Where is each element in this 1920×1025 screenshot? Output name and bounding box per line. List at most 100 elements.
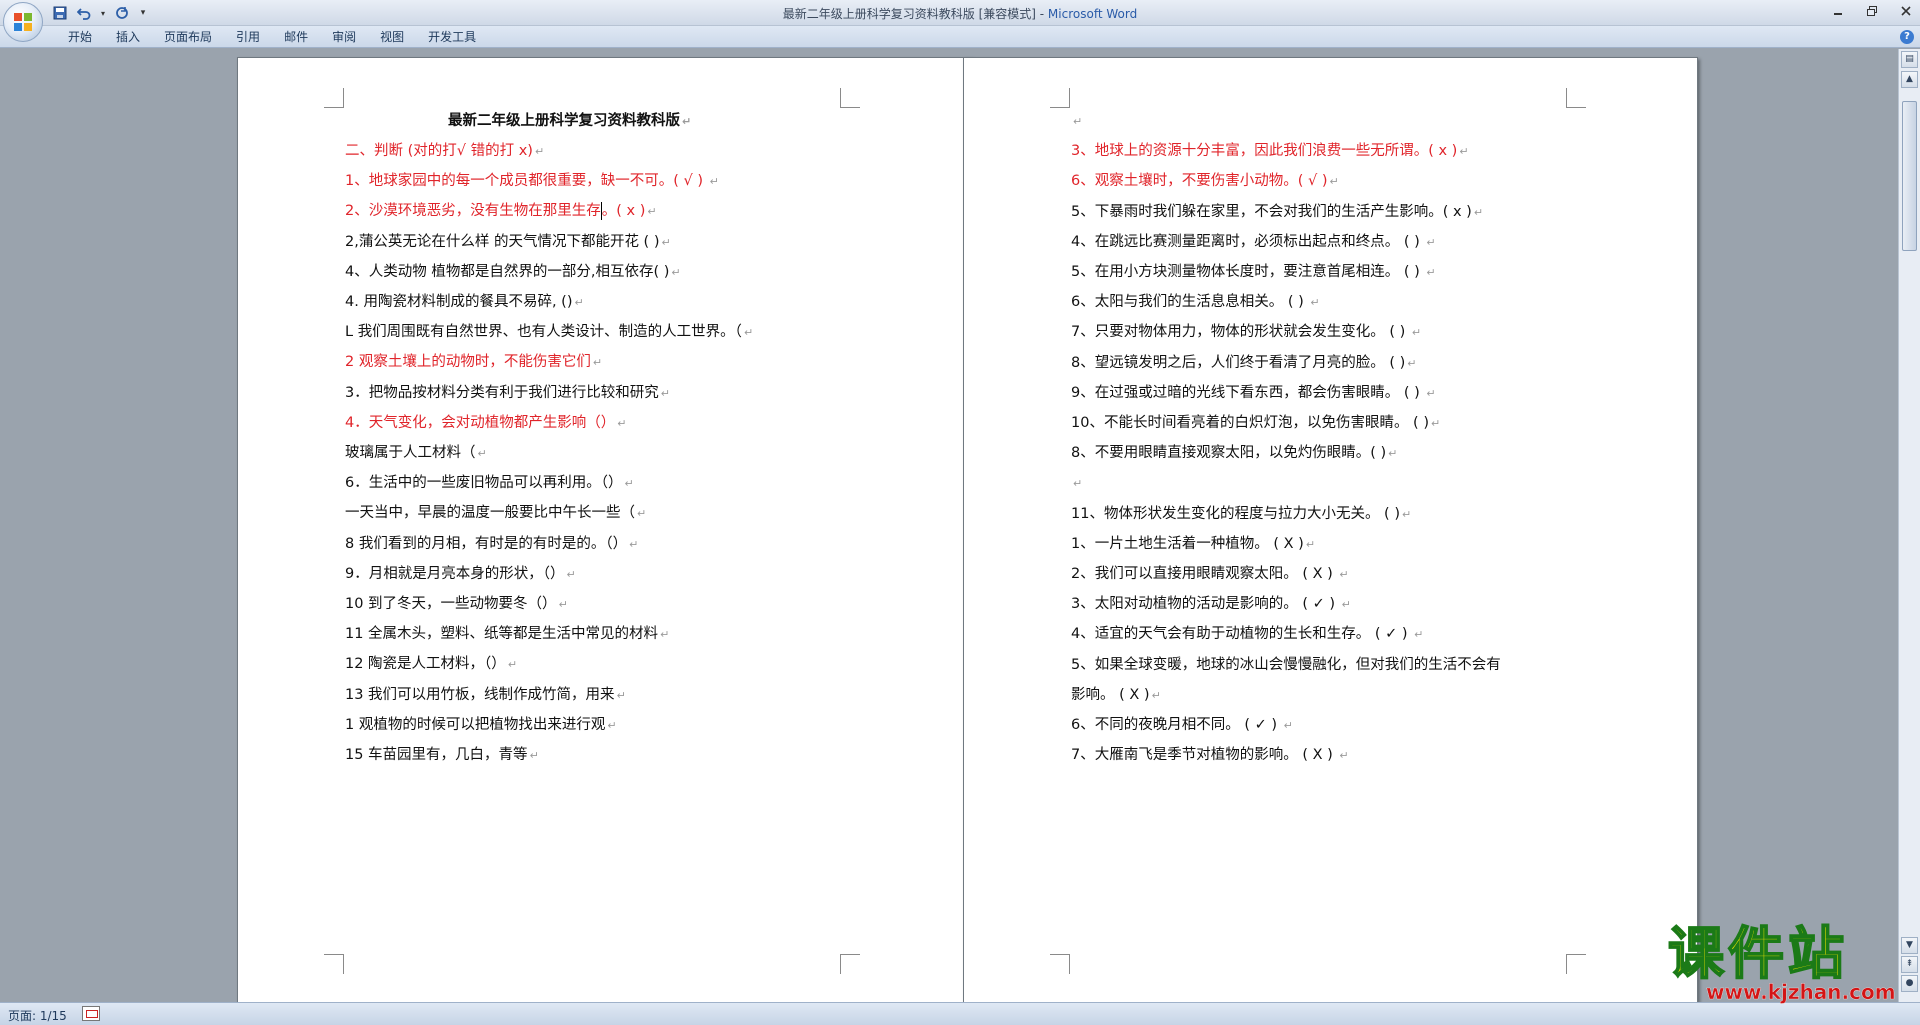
- tab-home[interactable]: 开始: [56, 29, 104, 45]
- margin-marker-top-right: [1566, 88, 1586, 108]
- paragraph-mark: ↵: [1329, 175, 1339, 189]
- page-count-indicator[interactable]: 页面: 1/15: [8, 1007, 67, 1024]
- document-line: 4、在跳远比赛测量距离时，必须标出起点和终点。 ( ) ↵: [1071, 232, 1436, 252]
- redo-icon[interactable]: [112, 3, 132, 23]
- line-text: 4、适宜的天气会有助于动植物的生长和生存。 ( ✓ ): [1071, 626, 1413, 643]
- tab-insert[interactable]: 插入: [104, 29, 152, 45]
- line-text: 1 观植物的时候可以把植物找出来进行观: [345, 716, 606, 733]
- ruler-toggle-icon[interactable]: ▤: [1901, 51, 1918, 68]
- line-text: 8、不要用眼睛直接观察太阳，以免灼伤眼睛。( ): [1071, 445, 1387, 462]
- undo-icon[interactable]: [74, 3, 94, 23]
- customize-toolbar-icon[interactable]: ▾: [136, 3, 150, 23]
- document-line: 7、大雁南飞是季节对植物的影响。 ( X ) ↵: [1071, 745, 1349, 765]
- line-text: 3、太阳对动植物的活动是影响的。 ( ✓ ): [1071, 596, 1340, 613]
- browse-object-icon[interactable]: ●: [1901, 975, 1918, 992]
- document-title-text: 最新二年级上册科学复习资料教科版: [448, 113, 680, 129]
- vertical-scrollbar[interactable]: ▤ ▲ ▼ ⇞ ●: [1898, 49, 1920, 1002]
- document-line: 影响。 ( X ) ↵: [1071, 685, 1161, 705]
- restore-icon[interactable]: [1862, 2, 1882, 20]
- paragraph-mark: ↵: [682, 115, 692, 128]
- line-text: 1、地球家园中的每一个成员都很重要，缺一不可。( √ ): [345, 173, 708, 190]
- line-text: 影响。 ( X ): [1071, 686, 1150, 703]
- tab-view[interactable]: 视图: [368, 29, 416, 45]
- line-text: 6．生活中的一些废旧物品可以再利用。（）: [345, 475, 623, 492]
- watermark-url: www.kjzhan.com: [1706, 980, 1896, 1004]
- paragraph-mark: ↵: [617, 416, 627, 430]
- document-line: 5、如果全球变暖，地球的冰山会慢慢融化，但对我们的生活不会有: [1071, 655, 1501, 675]
- paragraph-mark: ↵: [660, 628, 670, 642]
- document-line: 5、下暴雨时我们躲在家里，不会对我们的生活产生影响。( x ) ↵: [1071, 202, 1483, 222]
- document-line: 6、不同的夜晚月相不同。 ( ✓ ) ↵: [1071, 715, 1293, 735]
- line-text: 10 到了冬天，一些动物要冬（）: [345, 596, 557, 612]
- paragraph-mark: ↵: [1401, 507, 1412, 521]
- proofing-status-icon[interactable]: [82, 1006, 100, 1021]
- line-text: 11 全属木头，塑料、纸等都是生活中常见的材料: [345, 626, 659, 643]
- line-text: 6、太阳与我们的生活息息相关。 ( ): [1071, 294, 1309, 311]
- document-line: 13 我们可以用竹板，线制作成竹简，用来 ↵: [345, 685, 626, 705]
- office-logo-icon: [14, 13, 32, 31]
- paragraph-mark: ↵: [1310, 296, 1320, 310]
- document-page-2[interactable]: ↵ 3、地球上的资源十分丰富，因此我们浪费一些无所谓。( x ) ↵ 6、观察土壤时，…: [963, 57, 1698, 1002]
- document-line: 4、人类动物 植物都是自然界的一部分,相互依存( ) ↵: [345, 262, 681, 282]
- ribbon-tab-bar: 开始 插入 页面布局 引用 邮件 审阅 视图 开发工具 ?: [0, 26, 1920, 48]
- tab-developer[interactable]: 开发工具: [416, 29, 488, 45]
- tab-page-layout[interactable]: 页面布局: [152, 29, 224, 45]
- tab-references[interactable]: 引用: [224, 29, 272, 45]
- window-controls: [1828, 2, 1916, 20]
- paragraph-mark: ↵: [1426, 266, 1436, 279]
- help-icon[interactable]: ?: [1900, 30, 1914, 44]
- document-line: 1、地球家园中的每一个成员都很重要，缺一不可。( √ ) ↵: [345, 171, 719, 191]
- line-text: 5、在用小方块测量物体长度时，要注意首尾相连。 ( ): [1071, 264, 1425, 280]
- line-text: 一天当中，早晨的温度一般要比中午长一些（: [345, 505, 635, 522]
- paragraph-mark: ↵: [1339, 568, 1349, 581]
- document-line: 一天当中，早晨的温度一般要比中午长一些（ ↵: [345, 503, 646, 523]
- line-text: 2 观察土壤上的动物时，不能伤害它们: [345, 354, 591, 371]
- document-line: 11 全属木头，塑料、纸等都是生活中常见的材料 ↵: [345, 624, 669, 644]
- window-title: 最新二年级上册科学复习资料教科版 [兼容模式] - Microsoft Word: [0, 5, 1920, 22]
- dropdown-arrow-icon[interactable]: ▾: [98, 3, 108, 23]
- document-line: 6、观察土壤时，不要伤害小动物。( √ ) ↵: [1071, 171, 1339, 191]
- document-line: 6、太阳与我们的生活息息相关。 ( ) ↵: [1071, 292, 1320, 312]
- close-icon[interactable]: [1896, 2, 1916, 20]
- line-text: 5、下暴雨时我们躲在家里，不会对我们的生活产生影响。( x ): [1071, 203, 1472, 220]
- status-bar: 页面: 1/15: [0, 1002, 1920, 1025]
- line-text: L 我们周围既有自然世界、也有人类设计、制造的人工世界。（: [345, 324, 742, 341]
- margin-marker-bottom-left: [324, 954, 344, 974]
- document-line: 10 到了冬天，一些动物要冬（） ↵: [345, 594, 568, 614]
- line-text: 7、大雁南飞是季节对植物的影响。 ( X ): [1071, 747, 1338, 764]
- document-title-heading: 最新二年级上册科学复习资料教科版 ↵: [448, 111, 691, 131]
- line-text: 6、不同的夜晚月相不同。 ( ✓ ): [1071, 717, 1282, 733]
- document-line: 3、太阳对动植物的活动是影响的。 ( ✓ ) ↵: [1071, 594, 1351, 614]
- document-line: 9．月相就是月亮本身的形状，（） ↵: [345, 564, 576, 584]
- paragraph-mark: ↵: [507, 658, 518, 672]
- line-text: 3、地球上的资源十分丰富，因此我们浪费一些无所谓。( x ): [1071, 143, 1458, 160]
- minimize-icon[interactable]: [1828, 2, 1848, 20]
- document-line: 6．生活中的一些废旧物品可以再利用。（） ↵: [345, 473, 634, 493]
- save-icon[interactable]: [50, 3, 70, 23]
- title-bar: ▾ ▾ 最新二年级上册科学复习资料教科版 [兼容模式] - Microsoft …: [0, 0, 1920, 26]
- document-line: 玻璃属于人工材料（ ↵: [345, 443, 487, 463]
- document-page-1[interactable]: 最新二年级上册科学复习资料教科版 ↵ 二、判断 (对的打√ 错的打 x) ↵ 1、地球…: [237, 57, 972, 1002]
- paragraph-mark: ↵: [1388, 447, 1398, 461]
- document-line: 7、只要对物体用力，物体的形状就会发生变化。 ( ) ↵: [1071, 322, 1421, 342]
- document-workspace: 最新二年级上册科学复习资料教科版 ↵ 二、判断 (对的打√ 错的打 x) ↵ 1、地球…: [0, 49, 1898, 1002]
- office-button[interactable]: [3, 2, 43, 42]
- document-line: 1 观植物的时候可以把植物找出来进行观 ↵: [345, 715, 617, 735]
- text-cursor: [600, 202, 602, 221]
- document-line: 4、适宜的天气会有助于动植物的生长和生存。 ( ✓ ) ↵: [1071, 624, 1423, 644]
- scrollbar-thumb[interactable]: [1902, 101, 1917, 251]
- tab-mailings[interactable]: 邮件: [272, 29, 320, 45]
- paragraph-mark: ↵: [1426, 235, 1436, 249]
- line-text: 12 陶瓷是人工材料，（）: [345, 656, 506, 673]
- line-text: 15 车苗园里有，几白，青等: [345, 747, 528, 763]
- paragraph-mark: ↵: [1411, 326, 1422, 340]
- scroll-down-icon[interactable]: ▼: [1901, 937, 1918, 954]
- tab-review[interactable]: 审阅: [320, 29, 368, 45]
- paragraph-mark: ↵: [534, 145, 545, 158]
- previous-page-icon[interactable]: ⇞: [1901, 956, 1918, 973]
- paragraph-mark: ↵: [607, 718, 617, 732]
- paragraph-mark: ↵: [1414, 628, 1424, 642]
- scroll-up-icon[interactable]: ▲: [1901, 71, 1918, 88]
- document-line: 2、沙漠环境恶劣，没有生物在那里生存。( x ) ↵: [345, 201, 657, 221]
- paragraph-mark: ↵: [1151, 688, 1161, 702]
